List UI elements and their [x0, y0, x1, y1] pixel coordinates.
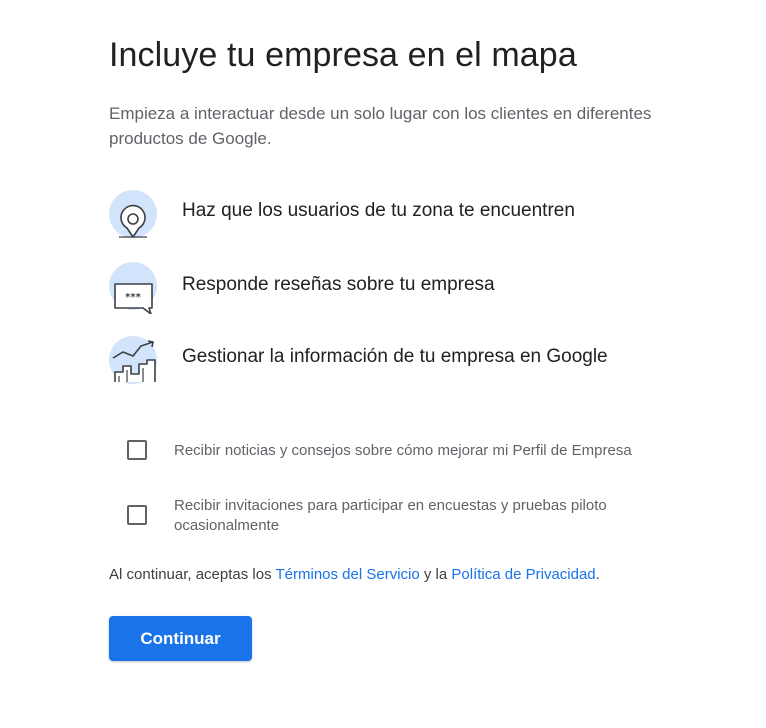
map-pin-icon — [109, 190, 157, 238]
feature-item-find: Haz que los usuarios de tu zona te encue… — [109, 188, 709, 240]
privacy-policy-link[interactable]: Política de Privacidad — [451, 566, 595, 583]
feature-text: Responde reseñas sobre tu empresa — [182, 274, 495, 295]
terms-suffix: . — [595, 566, 600, 583]
news-tips-checkbox[interactable] — [127, 440, 147, 460]
feature-item-reviews: *** Responde reseñas sobre tu empresa — [109, 262, 709, 314]
feature-text: Gestionar la información de tu empresa e… — [182, 346, 608, 367]
svg-text:***: *** — [125, 292, 141, 303]
page-subtitle: Empieza a interactuar desde un solo luga… — [109, 104, 652, 148]
surveys-label[interactable]: Recibir invitaciones para participar en … — [174, 496, 674, 536]
terms-prefix: Al continuar, aceptas los — [109, 566, 276, 583]
news-tips-label[interactable]: Recibir noticias y consejos sobre cómo m… — [174, 441, 674, 461]
terms-middle: y la — [419, 566, 452, 583]
growth-chart-icon — [109, 336, 157, 384]
terms-of-service-link[interactable]: Términos del Servicio — [276, 566, 420, 583]
page-title: Incluye tu empresa en el mapa — [109, 36, 577, 74]
continue-button[interactable]: Continuar — [109, 616, 252, 661]
feature-item-manage: Gestionar la información de tu empresa e… — [109, 334, 709, 386]
feature-text: Haz que los usuarios de tu zona te encue… — [182, 200, 575, 221]
business-profile-onboarding: Incluye tu empresa en el mapa Empieza a … — [0, 0, 766, 728]
terms-notice: Al continuar, aceptas los Términos del S… — [109, 566, 600, 583]
review-stars-icon: *** — [109, 262, 157, 314]
surveys-checkbox[interactable] — [127, 505, 147, 525]
